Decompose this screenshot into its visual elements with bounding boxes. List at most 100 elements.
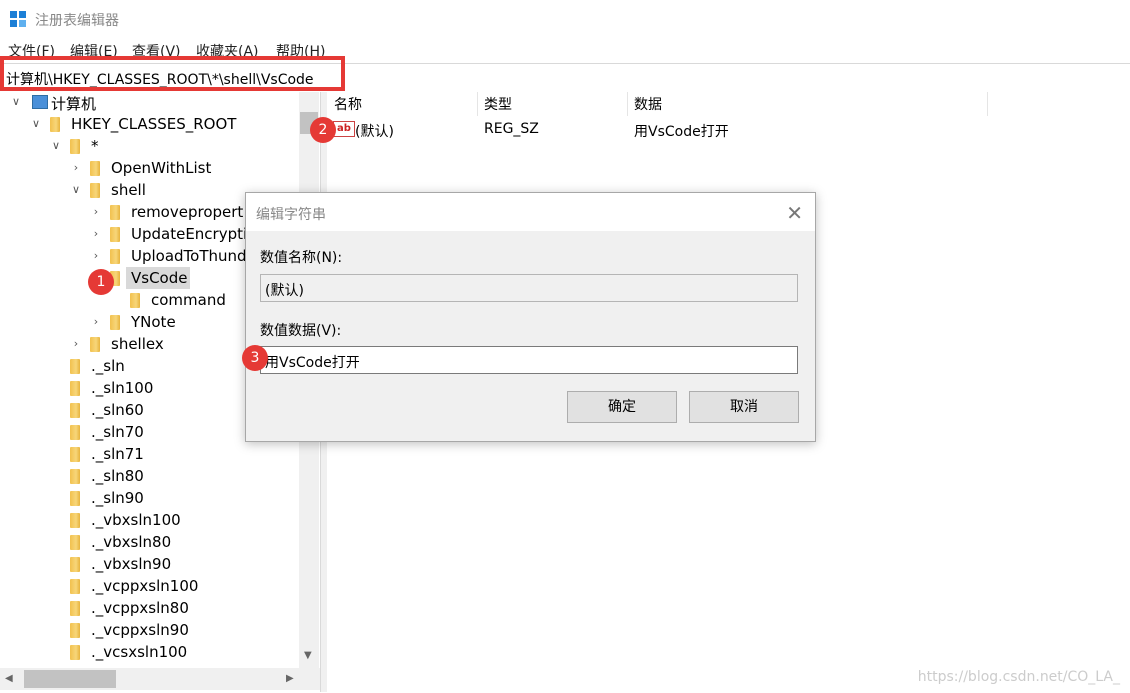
folder-icon: [70, 623, 80, 638]
chevron-right-icon[interactable]: ›: [90, 250, 102, 262]
folder-icon: [90, 337, 100, 352]
tree-node-label: ._sln60: [91, 401, 144, 419]
tree-node-item[interactable]: ._vbxsln100: [0, 510, 300, 532]
tree-node-label: ._sln70: [91, 423, 144, 441]
tree-node-label: ._vbxsln90: [91, 555, 172, 573]
tree-node-label: ._vcppxsln100: [91, 577, 199, 595]
tree-node-label: UploadToThund: [131, 247, 247, 265]
folder-icon: [110, 249, 120, 264]
column-divider[interactable]: [477, 92, 478, 116]
folder-icon: [110, 227, 120, 242]
folder-icon: [70, 579, 80, 594]
tree-node-label: ._sln: [91, 357, 125, 375]
string-value-icon: ab: [333, 121, 355, 137]
value-name-cell[interactable]: (默认): [355, 121, 394, 141]
scroll-down-icon[interactable]: ▼: [304, 650, 312, 661]
cancel-button[interactable]: 取消: [689, 391, 799, 423]
regedit-icon: [10, 11, 26, 27]
tree-node-label: ._vbxsln100: [91, 511, 181, 529]
folder-icon: [70, 447, 80, 462]
value-name-label: 数值名称(N):: [260, 250, 343, 266]
tree-node-hkcr[interactable]: ∨ HKEY_CLASSES_ROOT: [0, 114, 300, 136]
chevron-down-icon[interactable]: ∨: [10, 96, 22, 108]
tree-node-label: shellex: [111, 335, 164, 353]
chevron-right-icon[interactable]: ›: [90, 206, 102, 218]
folder-icon: [130, 293, 140, 308]
folder-icon: [70, 403, 80, 418]
tree-node-label: ._sln90: [91, 489, 144, 507]
tree-node-label: YNote: [131, 313, 176, 331]
tree-node-label: ._sln100: [91, 379, 154, 397]
folder-icon: [70, 557, 80, 572]
value-name-field: (默认): [260, 274, 798, 302]
folder-icon: [70, 425, 80, 440]
folder-icon: [70, 513, 80, 528]
tree-node-label: ._vbxsln80: [91, 533, 172, 551]
tree-node-label: *: [91, 137, 99, 155]
folder-icon: [70, 469, 80, 484]
scroll-right-icon[interactable]: ▶: [286, 673, 294, 684]
folder-icon: [110, 315, 120, 330]
tree-node-label: ._vcppxsln90: [91, 621, 189, 639]
tree-node-label: removepropert: [131, 203, 244, 221]
chevron-down-icon[interactable]: ∨: [30, 118, 42, 130]
chevron-down-icon[interactable]: ∨: [50, 140, 62, 152]
folder-icon: [90, 161, 100, 176]
tree-node-label: UpdateEncryptio: [131, 225, 257, 243]
tree-node-label: command: [151, 291, 226, 309]
value-type-cell: REG_SZ: [484, 121, 539, 137]
chevron-right-icon[interactable]: ›: [70, 338, 82, 350]
folder-icon: [50, 117, 60, 132]
folder-icon: [70, 535, 80, 550]
tree-node-item[interactable]: ._sln71: [0, 444, 300, 466]
tree-node-label: ._vcsxsln100: [91, 643, 188, 661]
folder-icon: [70, 381, 80, 396]
column-divider[interactable]: [987, 92, 988, 116]
column-header-data[interactable]: 数据: [634, 94, 662, 114]
value-data-label: 数值数据(V):: [260, 323, 342, 339]
tree-node-star[interactable]: ∨ *: [0, 136, 300, 158]
computer-icon: [32, 95, 48, 109]
step-badge-1: 1: [88, 269, 114, 295]
tree-node-item[interactable]: ._vcsxsln100: [0, 642, 300, 664]
address-highlight-box: [0, 56, 345, 91]
window-title: 注册表编辑器: [35, 13, 119, 29]
dialog-title-bar: 编辑字符串 ✕: [246, 193, 815, 231]
ok-button[interactable]: 确定: [567, 391, 677, 423]
folder-icon: [70, 601, 80, 616]
tree-node-label: ._sln80: [91, 467, 144, 485]
tree-node-item[interactable]: ._sln80: [0, 466, 300, 488]
folder-icon: [90, 183, 100, 198]
column-header-name[interactable]: 名称: [334, 94, 362, 114]
tree-node-label: ._vcppxsln80: [91, 599, 189, 617]
tree-node-label: 计算机: [51, 95, 97, 113]
tree-node-item[interactable]: ._vcppxsln100: [0, 576, 300, 598]
folder-icon: [70, 139, 80, 154]
tree-node-openwithlist[interactable]: › OpenWithList: [0, 158, 300, 180]
tree-horizontal-scroll-thumb[interactable]: [24, 670, 116, 688]
tree-node-item[interactable]: ._sln90: [0, 488, 300, 510]
tree-node-label: OpenWithList: [111, 159, 212, 177]
column-header-type[interactable]: 类型: [484, 94, 512, 114]
column-divider[interactable]: [627, 92, 628, 116]
folder-icon: [70, 645, 80, 660]
tree-node-label: VsCode: [131, 269, 188, 287]
scroll-left-icon[interactable]: ◀: [5, 673, 13, 684]
step-badge-3: 3: [242, 345, 268, 371]
tree-node-item[interactable]: ._vbxsln90: [0, 554, 300, 576]
title-bar: 注册表编辑器: [0, 0, 1130, 38]
folder-icon: [70, 359, 80, 374]
tree-node-item[interactable]: ._vbxsln80: [0, 532, 300, 554]
tree-node-item[interactable]: ._vcppxsln90: [0, 620, 300, 642]
watermark: https://blog.csdn.net/CO_LA_: [917, 669, 1120, 685]
value-data-input[interactable]: 用VsCode打开: [260, 346, 798, 374]
tree-node-item[interactable]: ._vcppxsln80: [0, 598, 300, 620]
chevron-right-icon[interactable]: ›: [90, 316, 102, 328]
folder-icon: [70, 491, 80, 506]
close-icon[interactable]: ✕: [786, 201, 803, 225]
tree-node-computer[interactable]: ∨ 计算机: [0, 92, 300, 114]
chevron-right-icon[interactable]: ›: [70, 162, 82, 174]
step-badge-2: 2: [310, 117, 336, 143]
chevron-down-icon[interactable]: ∨: [70, 184, 82, 196]
chevron-right-icon[interactable]: ›: [90, 228, 102, 240]
